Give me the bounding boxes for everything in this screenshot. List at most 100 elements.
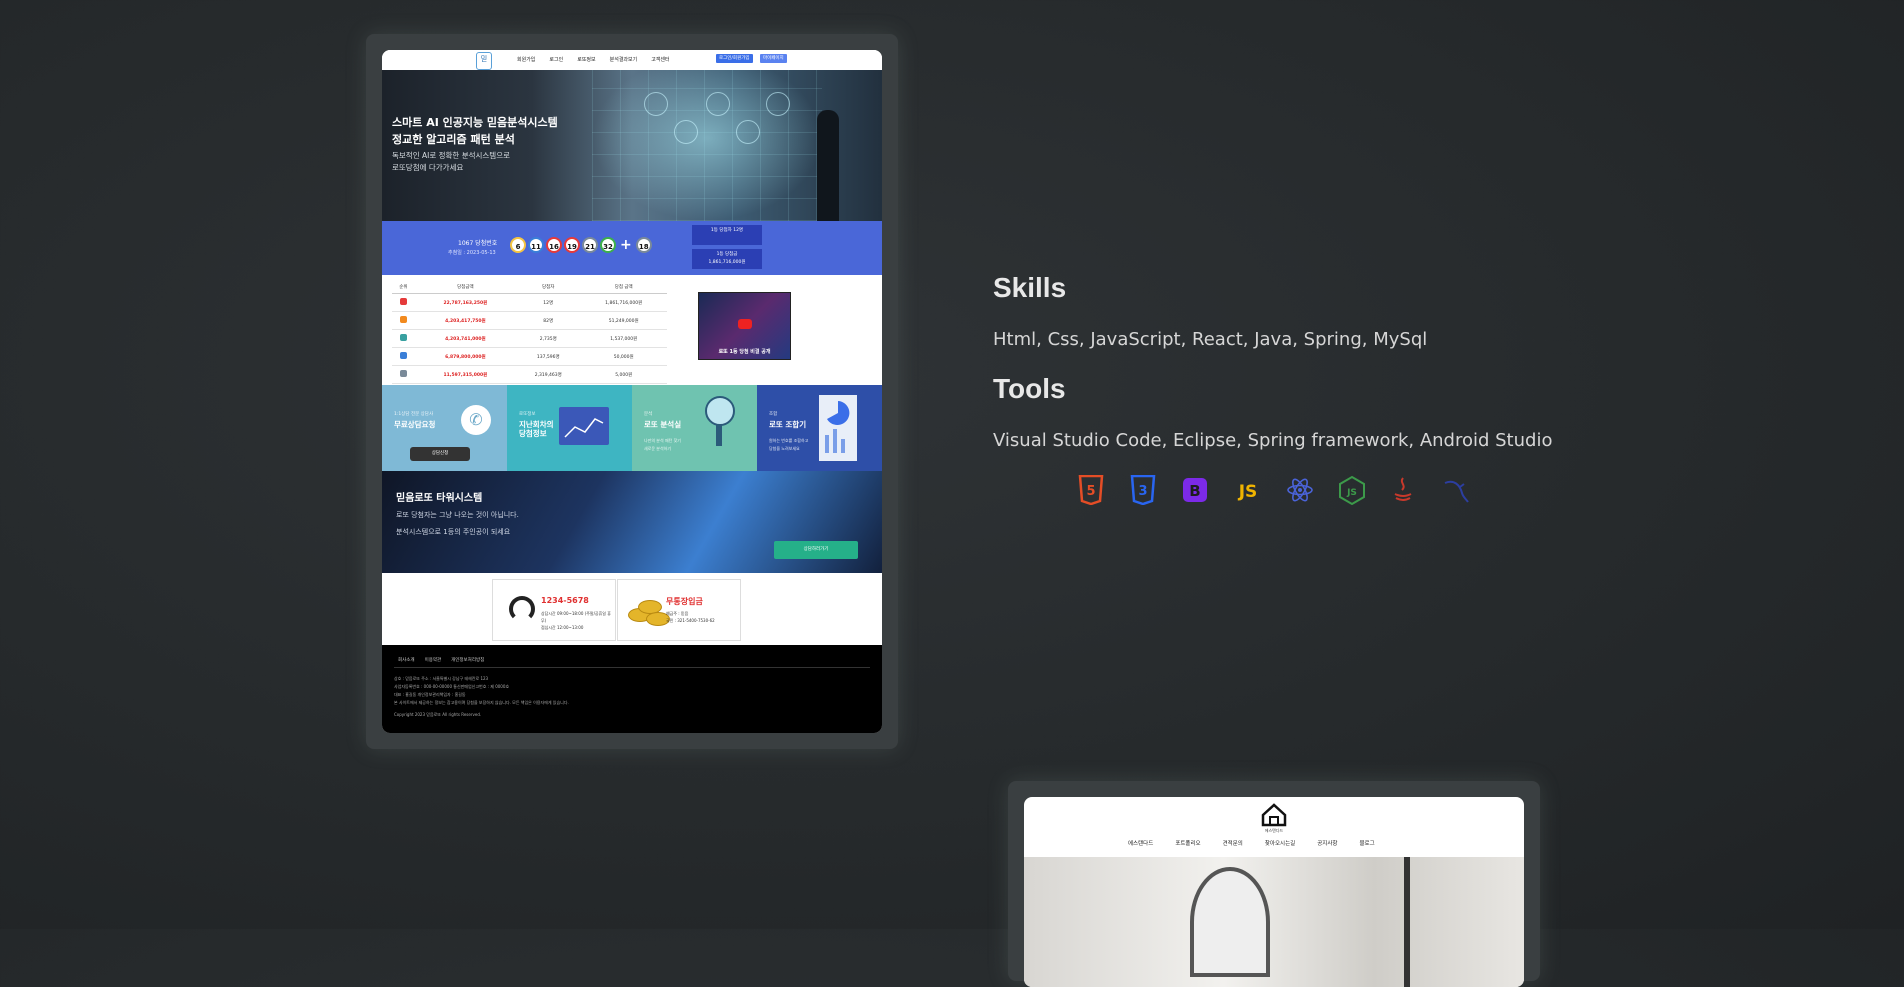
svg-text:B: B: [1189, 482, 1200, 500]
skills-heading: Skills: [993, 272, 1067, 303]
mirror-graphic: [1190, 867, 1270, 977]
magnifier-icon: [705, 396, 735, 446]
table-cell: 2,319,463명: [516, 365, 581, 384]
report-icon: [819, 395, 857, 461]
site-logo: 믿: [476, 52, 492, 70]
lotto-ball: 16: [546, 237, 562, 253]
react-icon: [1286, 475, 1313, 505]
lotto-ball: 19: [564, 237, 580, 253]
mysql-icon: [1442, 475, 1469, 505]
hex-graphic: [706, 92, 730, 116]
table-header: 당첨금액: [414, 281, 517, 294]
hex-graphic: [644, 92, 668, 116]
site-mypage-button: 마이페이지: [760, 54, 787, 63]
lotto-ball: 21: [582, 237, 598, 253]
lotto-date: 추첨일 : 2023-05-13: [448, 250, 496, 256]
table-cell: 2,735명: [516, 329, 581, 348]
table-header: 순위: [392, 281, 415, 294]
hex-graphic: [766, 92, 790, 116]
rank-badge: [392, 311, 415, 330]
table-cell: 4,203,417,750원: [414, 311, 517, 330]
svg-text:3: 3: [1138, 484, 1147, 499]
css3-icon: 3: [1130, 474, 1156, 506]
table-cell: 11,597,315,000원: [414, 365, 517, 384]
phone-box: 1234-5678 상담시간 09:00~18:00 (주말/공휴일 휴무) 점심…: [492, 579, 616, 641]
nav-item: 에스탠다드: [1128, 841, 1154, 847]
bank-box: 무통장입금 예금주 : 믿음 국민 : 321-5400-7530-62: [617, 579, 741, 641]
table-cell: 22,787,163,250원: [414, 293, 517, 312]
contact-section: 1234-5678 상담시간 09:00~18:00 (주말/공휴일 휴무) 점심…: [382, 573, 882, 645]
project-screenshot-lotto: 믿 회원가입 로그인 로또정보 분석결과보기 고객센터 로그인/회원가입 마이페…: [382, 50, 882, 733]
phone-number: 1234-5678: [541, 596, 589, 605]
site-footer: 회사소개 이용약관 개인정보처리방침 상호 : 믿음로또 주소 : 서울특별시 …: [382, 645, 882, 733]
site-nav: 회원가입 로그인 로또정보 분석결과보기 고객센터: [517, 56, 670, 63]
hero-banner: 스마트 AI 인공지능 믿음분석시스템 정교한 알고리즘 패턴 분석 독보적인 …: [382, 70, 882, 221]
phone-icon: ✆: [461, 405, 491, 435]
table-row: 4,203,741,000원 2,735명 1,537,000원: [392, 329, 667, 348]
hero-subtitle: 독보적인 AI로 정확한 분석시스템으로 로또당첨에 다가가세요: [392, 151, 510, 172]
footer-links: 회사소개 이용약관 개인정보처리방침: [398, 658, 485, 663]
hex-graphic: [736, 120, 760, 144]
lotto-ball: 11: [528, 237, 544, 253]
headset-icon: [509, 596, 535, 622]
table-row: 22,787,163,250원 12명 1,861,716,000원: [392, 293, 667, 312]
video-thumbnail: 로또 1등 당첨 비결 공개: [698, 292, 791, 360]
tower-subtitle: 로또 당첨자는 그냥 나오는 것이 아닙니다. 분석시스템으로 1등의 주인공이…: [396, 511, 519, 536]
lotto-result-bar: 1067 당첨번호 추첨일 : 2023-05-13 6 11 16 19 21…: [382, 221, 882, 275]
project-screenshot-interior: 에스탠다드 에스탠다드 포트폴리오 견적문의 찾아오시는길 공지사항 블로그: [1024, 797, 1524, 987]
table-header: 당첨 금액: [580, 281, 667, 294]
interior-nav: 에스탠다드 포트폴리오 견적문의 찾아오시는길 공지사항 블로그: [1128, 839, 1375, 847]
nodejs-icon: JS: [1338, 475, 1365, 506]
tower-banner: 믿음로또 타워시스템 로또 당첨자는 그냥 나오는 것이 아닙니다. 분석시스템…: [382, 471, 882, 573]
play-icon: [738, 319, 752, 329]
svg-text:JS: JS: [1238, 482, 1258, 502]
rank-badge: [392, 293, 415, 312]
html5-icon: 5: [1078, 474, 1104, 506]
nav-item: 로또정보: [577, 57, 596, 63]
table-cell: 4,203,741,000원: [414, 329, 517, 348]
tile-analysis: 분석 로또 분석실 나만의 분석 패턴 찾기 새로운 분석하기: [632, 385, 757, 471]
tile-consult: 1:1상담 전문 상담사 무료상담요청 ✆ 상담신청: [382, 385, 507, 471]
result-table-section: 순위 당첨금액 당첨자 당첨 금액 22,787,163,250원 12명 1,86…: [382, 275, 882, 385]
project-card-interior[interactable]: 에스탠다드 에스탠다드 포트폴리오 견적문의 찾아오시는길 공지사항 블로그: [1008, 781, 1540, 987]
hex-graphic: [674, 120, 698, 144]
table-cell: 1,861,716,000원: [580, 293, 667, 312]
table-cell: 50,000원: [580, 347, 667, 366]
tile-combiner: 조합 로또 조합기 원하는 번호를 조합하고 당첨을 노려보세요: [757, 385, 882, 471]
nav-item: 회원가입: [517, 57, 536, 63]
lotto-ball: 6: [510, 237, 526, 253]
chart-board-icon: [559, 407, 609, 445]
lotto-prize-box: 1등 당첨금 1,861,716,000원: [692, 249, 762, 269]
project-card-lotto[interactable]: 믿 회원가입 로그인 로또정보 분석결과보기 고객센터 로그인/회원가입 마이페…: [366, 34, 898, 749]
interior-logo-text: 에스탠다드: [1264, 828, 1284, 833]
hero-tech-glow: [592, 70, 822, 221]
person-silhouette: [817, 110, 839, 221]
footer-info: 상호 : 믿음로또 주소 : 서울특별시 강남구 테헤란로 123 사업자등록번…: [394, 676, 569, 717]
feature-tiles: 1:1상담 전문 상담사 무료상담요청 ✆ 상담신청 로또정보 지난회차의 당첨…: [382, 385, 882, 471]
skills-text: Html, Css, JavaScript, React, Java, Spri…: [993, 329, 1428, 350]
site-login-button: 로그인/회원가입: [716, 54, 753, 63]
video-caption: 로또 1등 당첨 비결 공개: [718, 349, 771, 355]
shower-frame: [1404, 857, 1410, 987]
table-row: 11,597,315,000원 2,319,463명 5,000원: [392, 365, 667, 384]
nav-item: 포트폴리오: [1175, 841, 1201, 847]
nav-item: 고객센터: [651, 57, 670, 63]
tower-title: 믿음로또 타워시스템: [396, 493, 483, 504]
table-cell: 5,000원: [580, 365, 667, 384]
table-cell: 1,537,000원: [580, 329, 667, 348]
nav-item: 블로그: [1359, 841, 1375, 847]
javascript-icon: JS: [1234, 475, 1260, 505]
plus-icon: +: [620, 237, 632, 253]
table-header: 당첨자: [516, 281, 581, 294]
house-logo-icon: [1261, 803, 1287, 827]
nav-item: 공지사항: [1317, 841, 1338, 847]
table-cell: 82명: [516, 311, 581, 330]
tools-text: Visual Studio Code, Eclipse, Spring fram…: [993, 430, 1553, 451]
lotto-balls: 6 11 16 19 21 32 + 18: [510, 237, 652, 253]
table-cell: 12명: [516, 293, 581, 312]
table-cell: 51,249,000원: [580, 311, 667, 330]
table-cell: 6,879,800,000원: [414, 347, 517, 366]
table-cell: 137,596명: [516, 347, 581, 366]
lotto-bonus-ball: 18: [635, 237, 652, 253]
rank-badge: [392, 347, 415, 366]
